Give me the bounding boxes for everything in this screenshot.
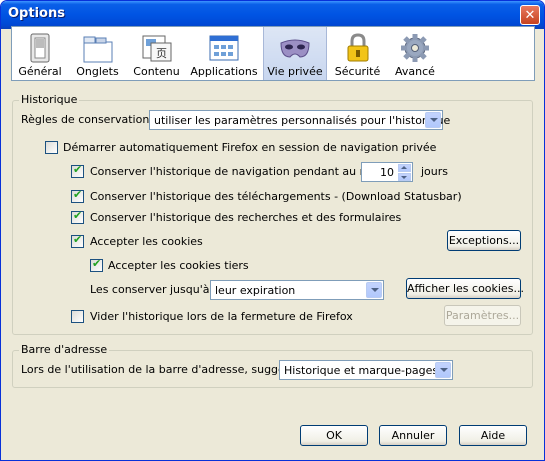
svg-text:页: 页 xyxy=(156,47,167,60)
keep-days-stepper[interactable]: 10 xyxy=(361,162,413,182)
keep-forms-label[interactable]: Conserver l'historique des recherches et… xyxy=(90,211,401,224)
keep-browsing-label[interactable]: Conserver l'historique de navigation pen… xyxy=(90,165,393,178)
tab-applications-label: Applications xyxy=(190,65,258,78)
tab-privacy[interactable]: Vie privée xyxy=(263,27,327,80)
address-bar-legend: Barre d'adresse xyxy=(19,343,110,356)
applications-window-icon xyxy=(208,33,240,66)
keep-downloads-label[interactable]: Conserver l'historique des téléchargemen… xyxy=(90,190,462,203)
preferences-toolbar: Général Onglets 页 Contenu Applications V… xyxy=(11,26,535,81)
window-title: Options xyxy=(8,6,65,21)
tab-tabs-label: Onglets xyxy=(76,65,119,78)
tab-content[interactable]: 页 Contenu xyxy=(129,27,184,80)
chevron-down-icon[interactable] xyxy=(435,362,451,378)
keep-downloads-checkbox[interactable] xyxy=(71,188,84,203)
tab-tabs[interactable]: Onglets xyxy=(69,27,126,80)
chevron-down-icon[interactable] xyxy=(366,282,382,298)
advanced-gear-icon xyxy=(400,33,430,66)
suggest-label: Lors de l'utilisation de la barre d'adre… xyxy=(21,363,308,376)
tab-advanced[interactable]: Avancé xyxy=(390,27,440,80)
retention-rules-label: Règles de conservation : xyxy=(21,113,157,126)
privacy-mask-icon xyxy=(278,33,312,66)
tab-content-label: Contenu xyxy=(133,65,180,78)
keep-until-label: Les conserver jusqu'à : xyxy=(90,283,217,296)
tab-general[interactable]: Général xyxy=(15,27,65,80)
tab-general-label: Général xyxy=(18,65,62,78)
general-switch-icon xyxy=(29,33,51,66)
clear-on-close-label[interactable]: Vider l'historique lors de la fermeture … xyxy=(90,310,353,323)
private-mode-checkbox[interactable] xyxy=(45,141,58,154)
tabs-window-icon xyxy=(82,33,114,66)
exceptions-button[interactable]: Exceptions... xyxy=(447,230,521,251)
options-dialog: Options ✕ Général Onglets 页 Contenu Appl… xyxy=(0,0,545,461)
keep-days-unit: jours xyxy=(421,165,449,178)
third-party-cookies-checkbox[interactable] xyxy=(90,257,103,272)
suggest-select[interactable]: Historique et marque-pages xyxy=(279,360,453,380)
keep-days-value: 10 xyxy=(380,166,394,179)
help-button[interactable]: Aide xyxy=(459,425,527,446)
close-button[interactable]: ✕ xyxy=(520,5,540,25)
tab-security-label: Sécurité xyxy=(334,65,381,78)
stepper-up-icon[interactable] xyxy=(398,164,411,172)
keep-browsing-checkbox[interactable] xyxy=(71,163,84,178)
tab-applications[interactable]: Applications xyxy=(189,27,259,80)
history-legend: Historique xyxy=(19,93,80,106)
third-party-cookies-label[interactable]: Accepter les cookies tiers xyxy=(108,259,249,272)
stepper-down-icon[interactable] xyxy=(398,173,411,181)
retention-rules-select[interactable]: utiliser les paramètres personnalisés po… xyxy=(149,110,450,130)
retention-rules-value: utiliser les paramètres personnalisés po… xyxy=(154,114,451,127)
title-bar[interactable]: Options ✕ xyxy=(1,1,544,29)
suggest-value: Historique et marque-pages xyxy=(284,364,439,377)
settings-button[interactable]: Paramètres... xyxy=(444,305,521,326)
cancel-button[interactable]: Annuler xyxy=(379,425,447,446)
accept-cookies-checkbox[interactable] xyxy=(71,233,84,248)
chevron-down-icon[interactable] xyxy=(425,112,441,128)
keep-until-value: leur expiration xyxy=(215,284,296,297)
tab-advanced-label: Avancé xyxy=(395,65,435,78)
show-cookies-button[interactable]: Afficher les cookies... xyxy=(406,278,524,299)
keep-forms-checkbox[interactable] xyxy=(71,209,84,224)
security-lock-icon xyxy=(344,33,372,66)
ok-button[interactable]: OK xyxy=(300,425,368,446)
clear-on-close-checkbox[interactable] xyxy=(71,310,84,323)
content-page-icon: 页 xyxy=(141,33,173,66)
tab-privacy-label: Vie privée xyxy=(267,65,323,78)
keep-until-select[interactable]: leur expiration xyxy=(210,280,384,300)
private-mode-label[interactable]: Démarrer automatiquement Firefox en sess… xyxy=(63,141,436,154)
accept-cookies-label[interactable]: Accepter les cookies xyxy=(90,235,203,248)
tab-security[interactable]: Sécurité xyxy=(330,27,385,80)
